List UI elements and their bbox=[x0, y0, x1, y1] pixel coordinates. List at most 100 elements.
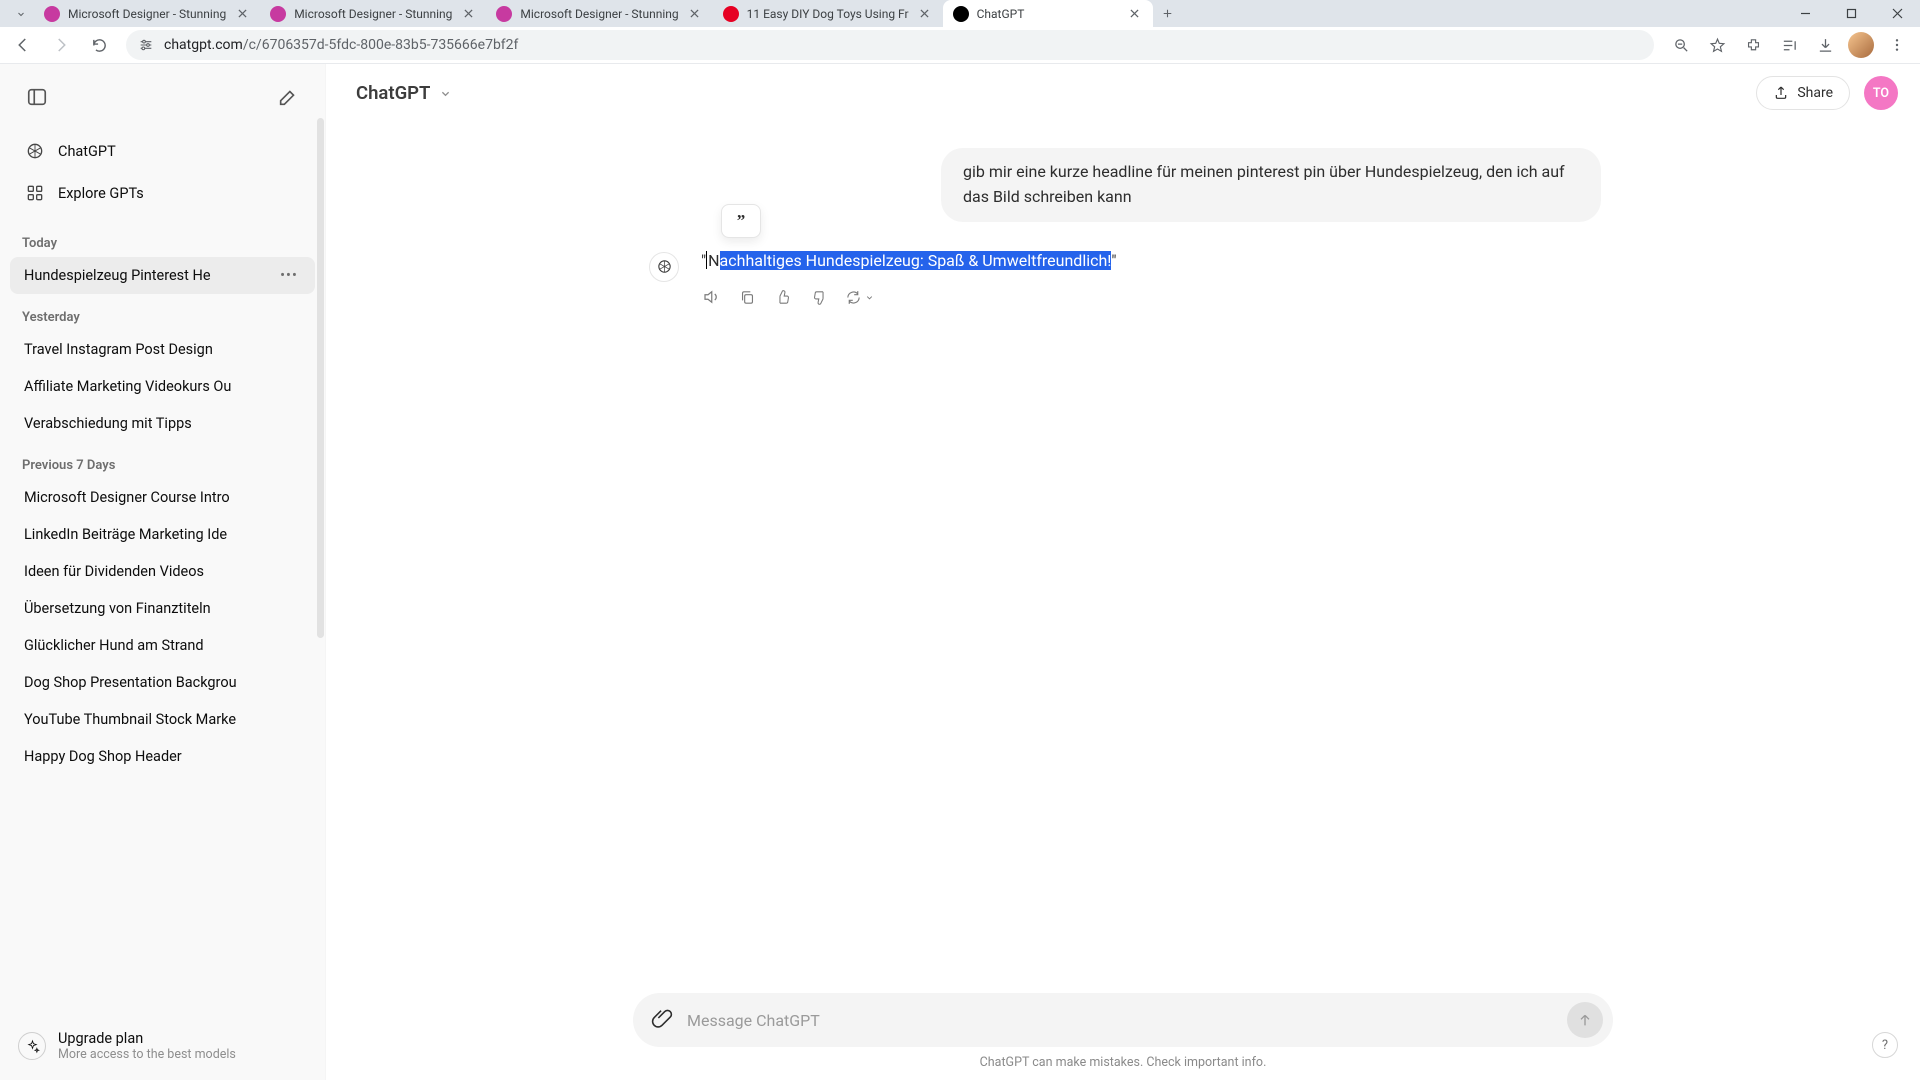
browser-tab[interactable]: 11 Easy DIY Dog Toys Using Fr bbox=[713, 0, 943, 27]
reading-list-button[interactable] bbox=[1772, 30, 1806, 60]
conversation-area: gib mir eine kurze headline für meinen p… bbox=[326, 122, 1920, 993]
openai-logo-icon bbox=[24, 140, 46, 162]
arrow-right-icon bbox=[52, 36, 70, 54]
close-icon bbox=[920, 9, 929, 18]
attach-button[interactable] bbox=[651, 1007, 673, 1033]
paperclip-icon bbox=[651, 1007, 673, 1029]
maximize-icon bbox=[1846, 8, 1857, 19]
assistant-message-text[interactable]: "Nachhaltiges Hundespielzeug: Spaß & Umw… bbox=[701, 248, 1613, 274]
arrow-up-icon bbox=[1577, 1012, 1593, 1028]
main-pane: ChatGPT Share TO gib mir eine kurze head… bbox=[326, 64, 1920, 1080]
sidebar-nav-label: Explore GPTs bbox=[58, 185, 144, 202]
tab-search-dropdown[interactable] bbox=[8, 0, 34, 27]
share-label: Share bbox=[1797, 85, 1833, 101]
conversation-item[interactable]: Travel Instagram Post Design bbox=[10, 331, 315, 368]
conversation-item[interactable]: LinkedIn Beiträge Marketing Ide bbox=[10, 516, 315, 553]
tab-title: Microsoft Designer - Stunning bbox=[520, 7, 678, 21]
conversation-item-label: Happy Dog Shop Header bbox=[24, 748, 301, 765]
user-message-bubble[interactable]: gib mir eine kurze headline für meinen p… bbox=[941, 148, 1601, 222]
window-minimize-button[interactable] bbox=[1782, 0, 1828, 27]
chevron-down-icon bbox=[864, 292, 875, 303]
bookmark-button[interactable] bbox=[1700, 30, 1734, 60]
sidebar-nav-explore[interactable]: Explore GPTs bbox=[10, 172, 315, 214]
tab-close-button[interactable] bbox=[917, 6, 933, 22]
browser-tab[interactable]: Microsoft Designer - Stunning bbox=[486, 0, 712, 27]
conversation-item[interactable]: Ideen für Dividenden Videos bbox=[10, 553, 315, 590]
browser-tab-active[interactable]: ChatGPT bbox=[943, 0, 1153, 27]
browser-tab[interactable]: Microsoft Designer - Stunning bbox=[34, 0, 260, 27]
new-tab-button[interactable] bbox=[1153, 0, 1183, 27]
message-toolbar bbox=[701, 287, 1613, 307]
nav-back-button[interactable] bbox=[6, 30, 40, 60]
window-close-button[interactable] bbox=[1874, 0, 1920, 27]
address-bar[interactable]: chatgpt.com/c/6706357d-5fdc-800e-83b5-73… bbox=[126, 30, 1654, 60]
share-button[interactable]: Share bbox=[1756, 76, 1850, 110]
conversation-item[interactable]: Happy Dog Shop Header bbox=[10, 738, 315, 775]
sidebar-scrollbar[interactable] bbox=[317, 118, 324, 980]
thumbs-down-icon bbox=[811, 289, 828, 306]
composer-input[interactable]: Message ChatGPT bbox=[687, 1011, 1553, 1030]
thumbs-down-button[interactable] bbox=[809, 287, 829, 307]
read-aloud-button[interactable] bbox=[701, 287, 721, 307]
conversation-item[interactable]: Glücklicher Hund am Strand bbox=[10, 627, 315, 664]
conversation-item[interactable]: Dog Shop Presentation Backgrou bbox=[10, 664, 315, 701]
chrome-profile-avatar[interactable] bbox=[1848, 32, 1874, 58]
tab-close-button[interactable] bbox=[687, 6, 703, 22]
conversation-item-label: Affiliate Marketing Videokurs Ou bbox=[24, 378, 301, 395]
chatgpt-app: ChatGPT Explore GPTs Today Hundespielzeu… bbox=[0, 64, 1920, 1080]
conversation-item-active[interactable]: Hundespielzeug Pinterest He ••• bbox=[10, 257, 315, 294]
tab-close-button[interactable] bbox=[1127, 6, 1143, 22]
extensions-button[interactable] bbox=[1736, 30, 1770, 60]
conversation-item[interactable]: Verabschiedung mit Tipps bbox=[10, 405, 315, 442]
tab-close-button[interactable] bbox=[234, 6, 250, 22]
downloads-button[interactable] bbox=[1808, 30, 1842, 60]
model-switcher[interactable]: ChatGPT bbox=[348, 76, 461, 110]
upgrade-plan-button[interactable]: Upgrade plan More access to the best mod… bbox=[0, 1015, 325, 1080]
user-message: gib mir eine kurze headline für meinen p… bbox=[633, 148, 1613, 222]
window-maximize-button[interactable] bbox=[1828, 0, 1874, 27]
conversation-item-menu[interactable]: ••• bbox=[277, 267, 301, 284]
browser-tab[interactable]: Microsoft Designer - Stunning bbox=[260, 0, 486, 27]
tab-close-button[interactable] bbox=[460, 6, 476, 22]
assistant-message: ” "Nachhaltiges Hundespielzeug: Spaß & U… bbox=[633, 248, 1613, 308]
upgrade-plan-subtitle: More access to the best models bbox=[58, 1047, 236, 1062]
favicon-icon bbox=[723, 6, 739, 22]
conversation-item[interactable]: Affiliate Marketing Videokurs Ou bbox=[10, 368, 315, 405]
sparkle-icon bbox=[18, 1032, 46, 1060]
conversation-item-label: Hundespielzeug Pinterest He bbox=[24, 267, 277, 284]
sidebar: ChatGPT Explore GPTs Today Hundespielzeu… bbox=[0, 64, 326, 1080]
user-avatar[interactable]: TO bbox=[1864, 76, 1898, 110]
composer[interactable]: Message ChatGPT bbox=[633, 993, 1613, 1047]
sidebar-nav-chatgpt[interactable]: ChatGPT bbox=[10, 130, 315, 172]
chrome-menu-button[interactable] bbox=[1880, 30, 1914, 60]
openai-logo-icon bbox=[656, 258, 673, 275]
puzzle-icon bbox=[1745, 37, 1762, 54]
conversation-item-label: Microsoft Designer Course Intro bbox=[24, 489, 301, 506]
thumbs-up-button[interactable] bbox=[773, 287, 793, 307]
conversation-item[interactable]: Microsoft Designer Course Intro bbox=[10, 479, 315, 516]
text-cursor bbox=[706, 251, 707, 269]
close-icon bbox=[1892, 8, 1903, 19]
help-button[interactable]: ? bbox=[1872, 1032, 1898, 1058]
zoom-button[interactable] bbox=[1664, 30, 1698, 60]
regenerate-button[interactable] bbox=[845, 287, 875, 307]
send-button[interactable] bbox=[1567, 1002, 1603, 1038]
tune-icon bbox=[138, 37, 154, 53]
assistant-avatar bbox=[649, 252, 679, 282]
nav-forward-button[interactable] bbox=[44, 30, 78, 60]
regenerate-icon bbox=[845, 289, 862, 306]
new-chat-button[interactable] bbox=[269, 78, 307, 116]
nav-reload-button[interactable] bbox=[82, 30, 116, 60]
conversation-item[interactable]: YouTube Thumbnail Stock Marke bbox=[10, 701, 315, 738]
chevron-down-icon bbox=[438, 86, 453, 101]
quote-selection-button[interactable]: ” bbox=[721, 204, 761, 238]
copy-button[interactable] bbox=[737, 287, 757, 307]
close-icon bbox=[464, 9, 473, 18]
site-info-button[interactable] bbox=[138, 37, 154, 53]
favicon-icon bbox=[496, 6, 512, 22]
scrollbar-thumb[interactable] bbox=[317, 118, 324, 638]
conversation-item-label: Travel Instagram Post Design bbox=[24, 341, 301, 358]
conversation-item[interactable]: Übersetzung von Finanztiteln bbox=[10, 590, 315, 627]
toggle-sidebar-button[interactable] bbox=[18, 78, 56, 116]
arrow-left-icon bbox=[14, 36, 32, 54]
